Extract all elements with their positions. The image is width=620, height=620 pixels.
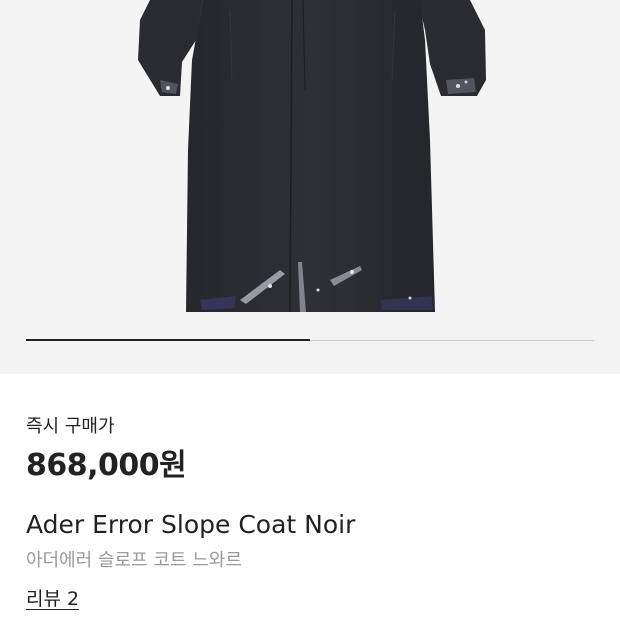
review-link[interactable]: 리뷰 2: [26, 584, 79, 611]
carousel-progress-indicator: [26, 339, 310, 341]
product-name-korean: 아더에러 슬로프 코트 느와르: [26, 550, 242, 571]
product-name-english: Ader Error Slope Coat Noir: [26, 510, 356, 539]
price-label: 즉시 구매가: [26, 416, 115, 437]
carousel-progress-track: [26, 339, 594, 341]
product-image-carousel[interactable]: [0, 0, 620, 374]
price: 868,000원: [26, 448, 187, 483]
coat-image: [138, 0, 486, 313]
